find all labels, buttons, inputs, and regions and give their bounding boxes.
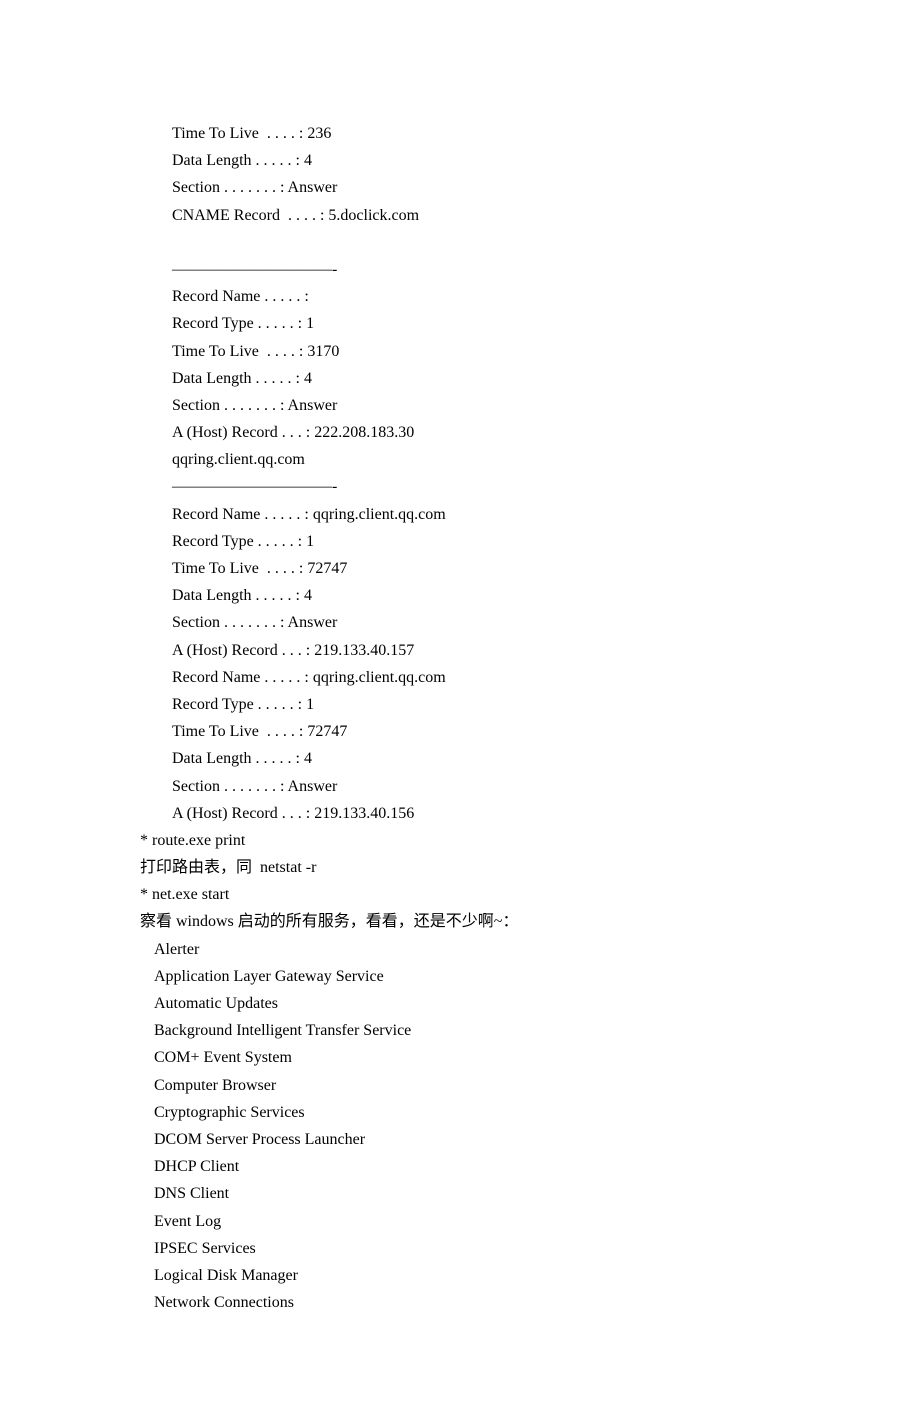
text-line: Record Name . . . . . : qqring.client.qq…: [140, 501, 780, 528]
text-line: Computer Browser: [140, 1072, 780, 1099]
text-line: IPSEC Services: [140, 1235, 780, 1262]
text-line: Time To Live . . . . : 72747: [140, 718, 780, 745]
text-line: Section . . . . . . . : Answer: [140, 609, 780, 636]
text-line: Cryptographic Services: [140, 1099, 780, 1126]
text-line: Data Length . . . . . : 4: [140, 745, 780, 772]
text-line: Section . . . . . . . : Answer: [140, 392, 780, 419]
text-line: 察看 windows 启动的所有服务，看看，还是不少啊~：: [140, 908, 780, 935]
text-line: A (Host) Record . . . : 219.133.40.156: [140, 800, 780, 827]
text-line: Data Length . . . . . : 4: [140, 147, 780, 174]
text-line: Time To Live . . . . : 3170: [140, 338, 780, 365]
text-line: A (Host) Record . . . : 222.208.183.30: [140, 419, 780, 446]
text-line: Automatic Updates: [140, 990, 780, 1017]
text-line: Time To Live . . . . : 236: [140, 120, 780, 147]
text-line: Background Intelligent Transfer Service: [140, 1017, 780, 1044]
text-line: Record Type . . . . . : 1: [140, 691, 780, 718]
text-line: DHCP Client: [140, 1153, 780, 1180]
text-line: Section . . . . . . . : Answer: [140, 773, 780, 800]
text-line: * net.exe start: [140, 881, 780, 908]
text-line: Data Length . . . . . : 4: [140, 582, 780, 609]
text-line: Alerter: [140, 936, 780, 963]
text-line: * route.exe print: [140, 827, 780, 854]
text-line: DNS Client: [140, 1180, 780, 1207]
text-line: qqring.client.qq.com: [140, 446, 780, 473]
text-line: Logical Disk Manager: [140, 1262, 780, 1289]
text-line: Record Type . . . . . : 1: [140, 528, 780, 555]
text-line: COM+ Event System: [140, 1044, 780, 1071]
text-line: Data Length . . . . . : 4: [140, 365, 780, 392]
text-line: Time To Live . . . . : 72747: [140, 555, 780, 582]
text-line: [140, 229, 780, 256]
text-line: Record Name . . . . . :: [140, 283, 780, 310]
text-line: CNAME Record . . . . : 5.doclick.com: [140, 202, 780, 229]
text-line: ——————————-: [140, 256, 780, 283]
text-line: DCOM Server Process Launcher: [140, 1126, 780, 1153]
text-line: Record Name . . . . . : qqring.client.qq…: [140, 664, 780, 691]
text-line: Section . . . . . . . : Answer: [140, 174, 780, 201]
text-line: Network Connections: [140, 1289, 780, 1316]
text-line: A (Host) Record . . . : 219.133.40.157: [140, 637, 780, 664]
text-line: 打印路由表，同 netstat -r: [140, 854, 780, 881]
text-line: ——————————-: [140, 473, 780, 500]
text-line: Event Log: [140, 1208, 780, 1235]
text-line: Record Type . . . . . : 1: [140, 310, 780, 337]
document-page: Time To Live . . . . : 236Data Length . …: [0, 0, 920, 1416]
text-line: Application Layer Gateway Service: [140, 963, 780, 990]
